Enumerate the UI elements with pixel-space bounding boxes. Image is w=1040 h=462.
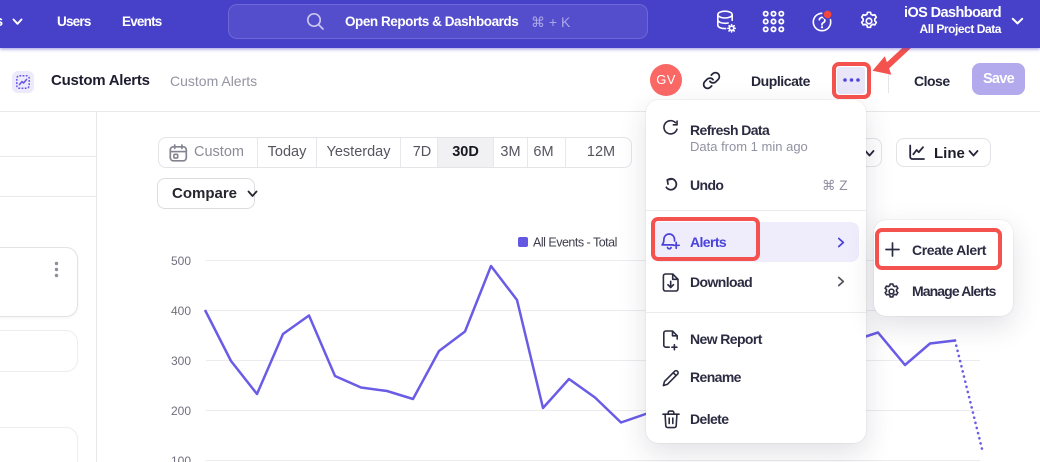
svg-text:300: 300 (171, 354, 191, 368)
svg-text:All Events - Total: All Events - Total (533, 236, 617, 250)
svg-text:200: 200 (171, 404, 191, 418)
svg-text:100: 100 (171, 454, 191, 462)
svg-text:400: 400 (171, 304, 191, 318)
svg-text:500: 500 (171, 254, 191, 268)
